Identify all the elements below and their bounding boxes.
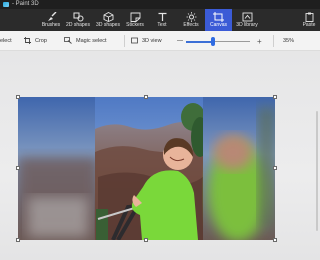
main-ribbon: Brushes 2D shapes 3D shapes Stickers Tex…: [0, 9, 320, 31]
2d-shapes-icon: [72, 11, 84, 22]
resize-handle-bottom-left[interactable]: [16, 238, 20, 242]
crop-label: Crop: [35, 38, 47, 44]
zoom-level: 35%: [283, 31, 294, 51]
zoom-plus-label: +: [257, 36, 262, 46]
ribbon-canvas-button[interactable]: Canvas: [205, 9, 232, 31]
resize-handle-left[interactable]: [16, 166, 20, 170]
resize-handle-top-right[interactable]: [273, 95, 277, 99]
crop-icon: [24, 36, 31, 46]
resize-handle-top[interactable]: [144, 95, 148, 99]
resize-handle-right[interactable]: [273, 166, 277, 170]
3d-library-icon: [241, 11, 253, 22]
stickers-icon: [129, 11, 141, 22]
text-icon: [156, 11, 168, 22]
magic-select-button[interactable]: Magic select: [64, 31, 107, 51]
ribbon-paste-button[interactable]: Paste: [300, 9, 318, 31]
zoom-level-value: 35%: [283, 38, 295, 44]
ribbon-text-button[interactable]: Text: [152, 9, 172, 31]
paste-icon: [303, 11, 315, 22]
ribbon-3d-library-button[interactable]: 3D library: [234, 9, 260, 31]
magic-select-label: Magic select: [76, 38, 107, 44]
canvas-icon: [213, 11, 225, 22]
crop-button[interactable]: Crop: [24, 31, 47, 51]
resize-handle-bottom-right[interactable]: [273, 238, 277, 242]
canvas[interactable]: [18, 97, 275, 240]
effects-icon: [185, 11, 197, 22]
vertical-scrollbar[interactable]: [316, 111, 318, 231]
zoom-slider-fill: [186, 40, 213, 43]
3d-view-icon: [131, 37, 138, 46]
magic-select-icon: [64, 36, 72, 46]
toolbar-divider: [273, 35, 274, 47]
ribbon-stickers-button[interactable]: Stickers: [124, 9, 146, 31]
canvas-photo: [18, 97, 275, 240]
zoom-out-button[interactable]: —: [177, 31, 183, 51]
brush-icon: [45, 11, 57, 22]
canvas-toolbar: elect Crop Magic select 3D view — + 35%: [0, 31, 320, 51]
zoom-in-button[interactable]: +: [257, 31, 262, 51]
zoom-slider-thumb[interactable]: [210, 37, 215, 46]
ribbon-effects-button[interactable]: Effects: [180, 9, 202, 31]
ribbon-3d-shapes-button[interactable]: 3D shapes: [94, 9, 122, 31]
resize-handle-bottom[interactable]: [144, 238, 148, 242]
zoom-slider[interactable]: [186, 37, 250, 46]
toolbar-divider: [124, 35, 125, 47]
ribbon-2d-shapes-button[interactable]: 2D shapes: [64, 9, 92, 31]
paint3d-logo-icon: [3, 2, 9, 7]
title-bar: - Paint 3D: [0, 0, 320, 9]
zoom-minus-label: —: [177, 38, 183, 44]
window-title: - Paint 3D: [12, 1, 39, 7]
3d-view-label: 3D view: [142, 38, 162, 44]
3d-view-button[interactable]: 3D view: [131, 31, 162, 51]
3d-shapes-icon: [102, 11, 114, 22]
select-button[interactable]: elect: [0, 31, 12, 51]
ribbon-brushes-button[interactable]: Brushes: [40, 9, 62, 31]
resize-handle-top-left[interactable]: [16, 95, 20, 99]
select-label: elect: [0, 38, 12, 44]
